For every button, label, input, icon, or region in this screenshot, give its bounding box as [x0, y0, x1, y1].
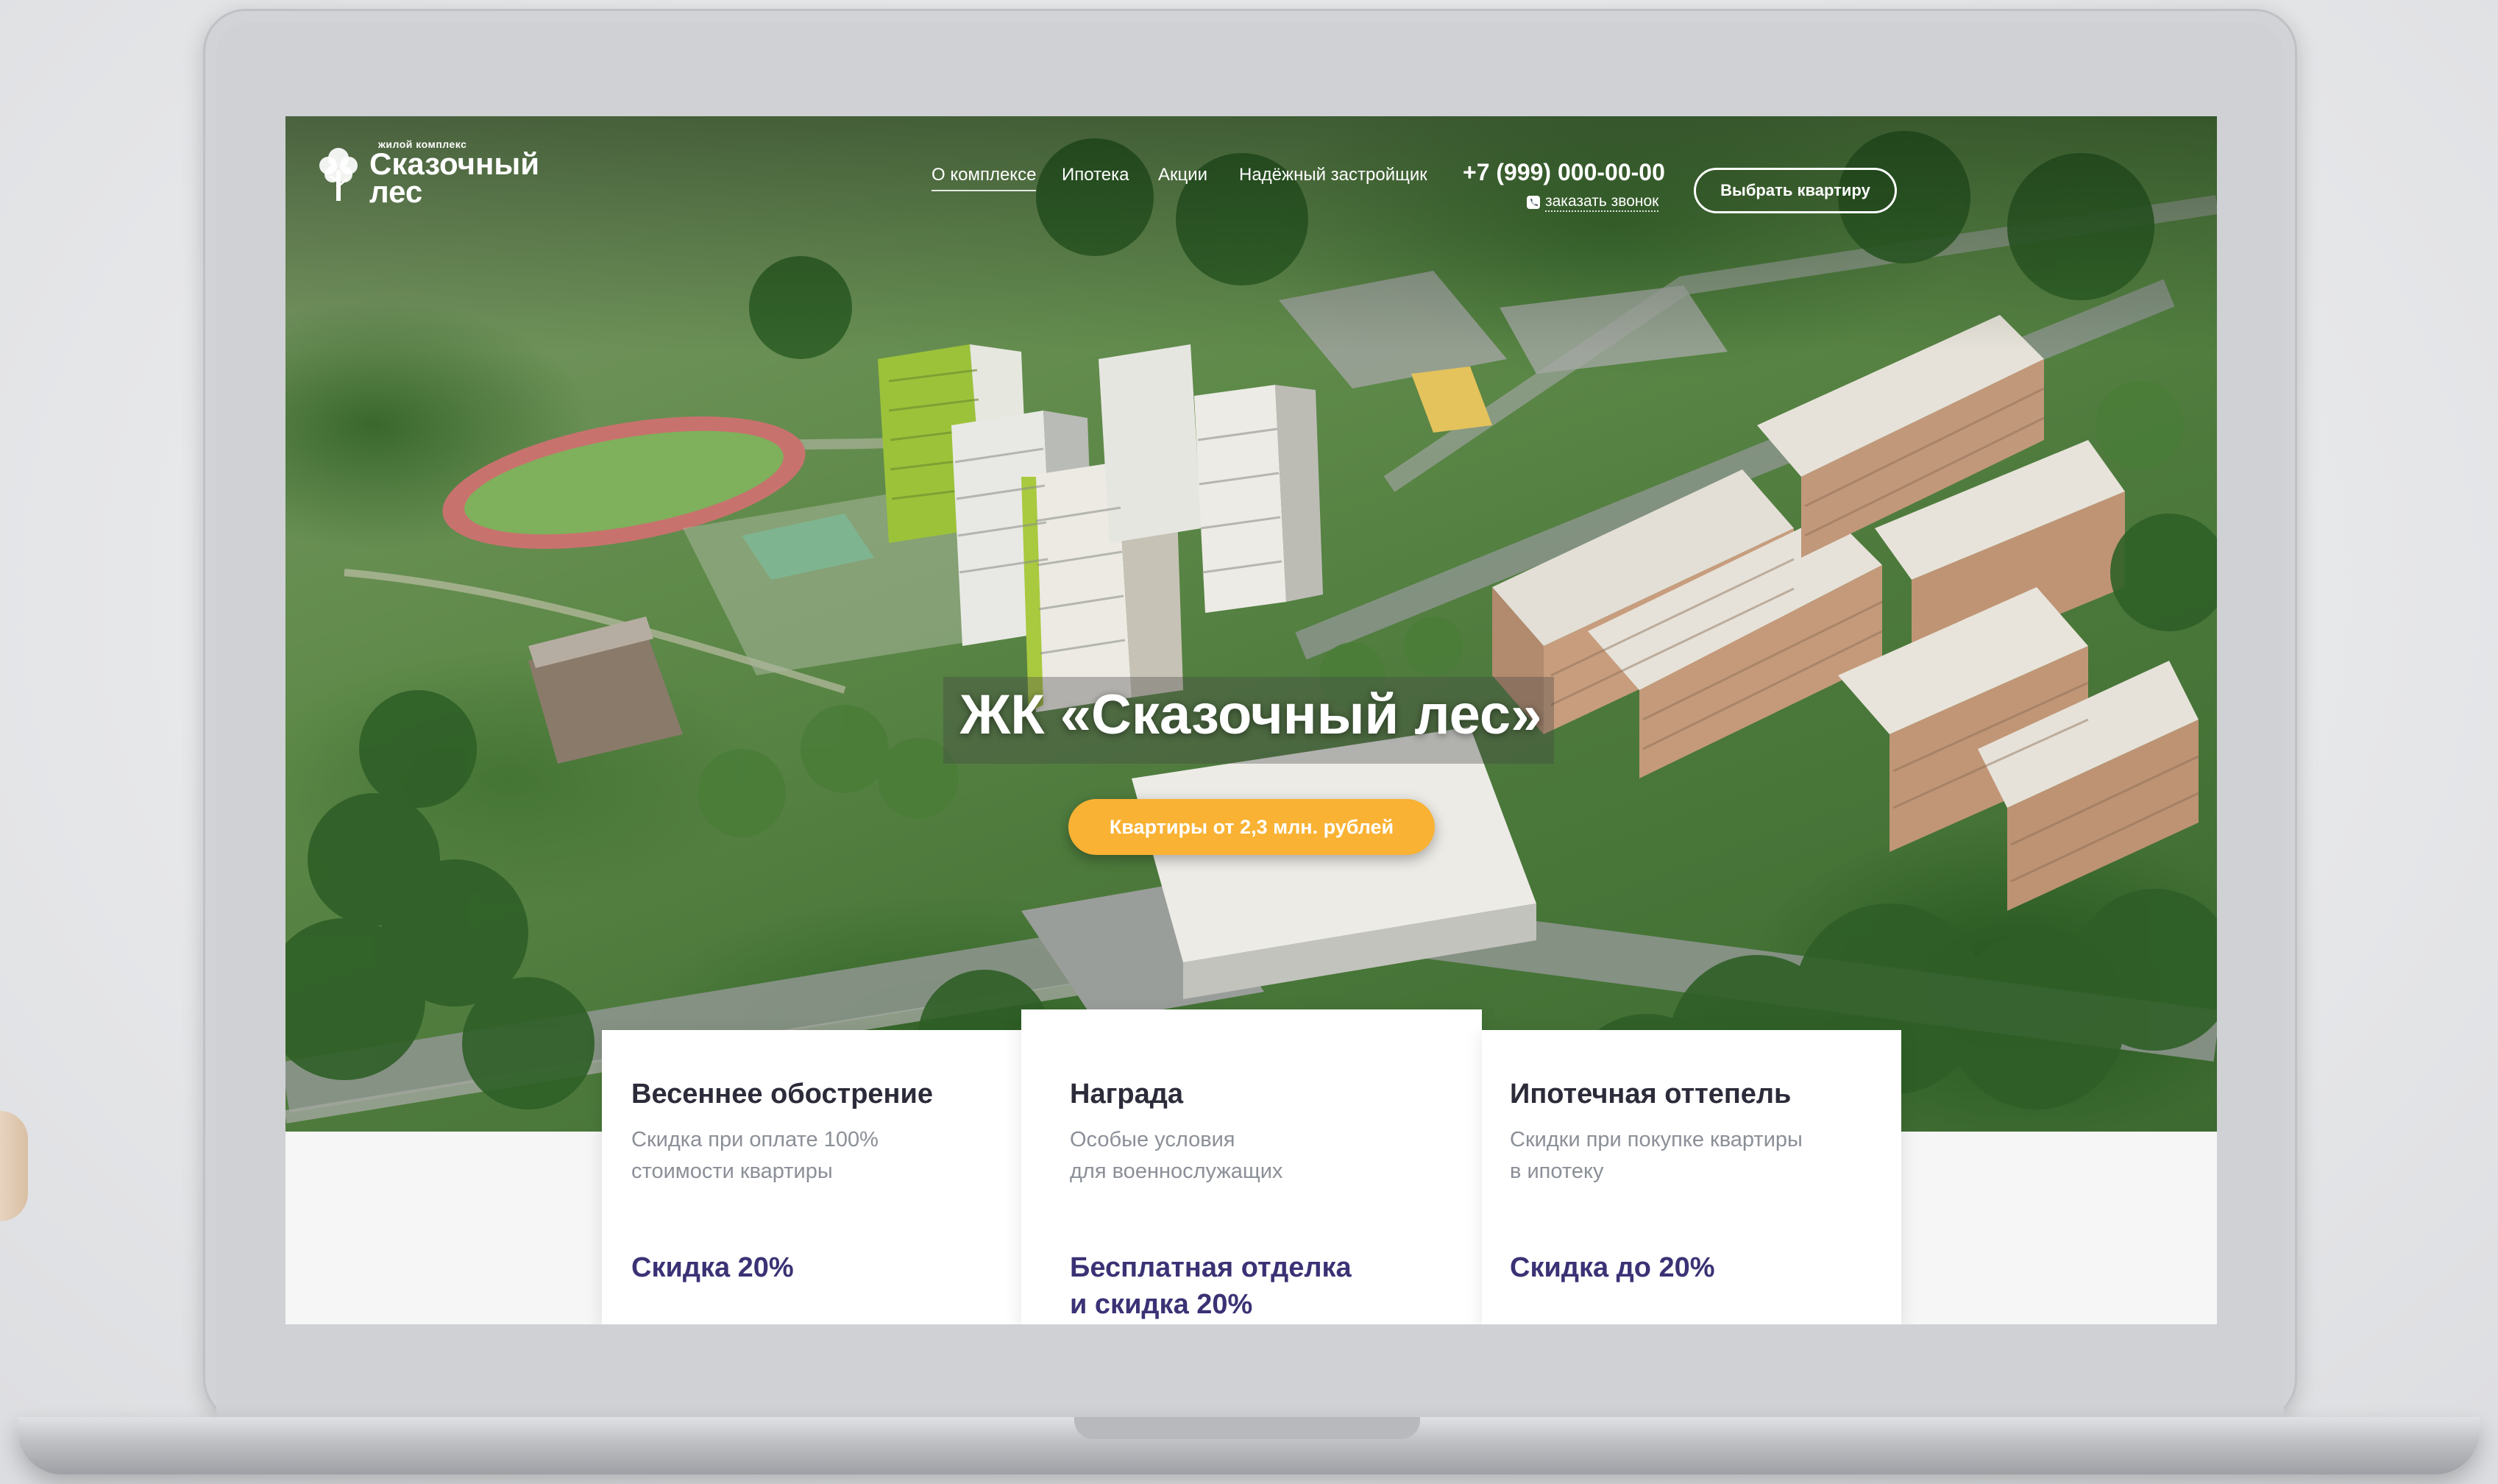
promo-title: Весеннее обострение [631, 1079, 934, 1110]
callback-link[interactable]: заказать звонок [1526, 193, 1659, 212]
hand-decoration [0, 1111, 28, 1221]
logo-tagline: жилой комплекс [378, 138, 467, 150]
promo-description-line2: стоимости квартиры [631, 1160, 833, 1183]
logo-name-line2: лес [369, 174, 423, 209]
hero-top-gradient [285, 116, 2217, 352]
promo-description-line1: Скидка при оплате 100% [631, 1128, 879, 1151]
promo-card-mortgage[interactable]: Ипотечная оттепель Скидки при покупке кв… [1482, 1030, 1901, 1324]
logo-text: жилой комплекс Сказочный лес [369, 138, 539, 209]
promo-title: Награда [1070, 1079, 1184, 1110]
nav-developer[interactable]: Надёжный застройщик [1239, 165, 1427, 185]
nav-about[interactable]: О комплексе [932, 165, 1037, 191]
promo-offer-line2: и скидка 20% [1070, 1289, 1253, 1320]
website-screen: жилой комплекс Сказочный лес О комплексе… [285, 116, 2217, 1324]
nav-mortgage[interactable]: Ипотека [1062, 165, 1129, 185]
tree-icon [319, 148, 358, 201]
hero-title: ЖК «Сказочный лес» [959, 684, 1542, 746]
promo-description: Особые условия для военнослужащих [1070, 1124, 1282, 1187]
promo-card-award[interactable]: Награда Особые условия для военнослужащи… [1021, 1009, 1482, 1324]
callback-label: заказать звонок [1545, 193, 1659, 212]
laptop-notch [1074, 1417, 1420, 1439]
promo-offer: Бесплатная отделка и скидка 20% [1070, 1249, 1352, 1323]
choose-apartment-button[interactable]: Выбрать квартиру [1694, 168, 1897, 213]
phone-number[interactable]: +7 (999) 000-00-00 [1463, 159, 1665, 186]
promo-offer: Скидка 20% [631, 1249, 794, 1286]
logo[interactable]: жилой комплекс Сказочный лес [315, 138, 539, 209]
apartments-price-button[interactable]: Квартиры от 2,3 млн. рублей [1068, 799, 1435, 855]
promo-description-line1: Скидки при покупке квартиры [1510, 1128, 1803, 1151]
promo-description-line2: для военнослужащих [1070, 1160, 1283, 1183]
promo-offer: Скидка до 20% [1510, 1249, 1715, 1286]
hero-aerial-image [285, 116, 2217, 1132]
promo-offer-line1: Бесплатная отделка [1070, 1252, 1352, 1283]
nav-promotions[interactable]: Акции [1158, 165, 1207, 185]
promo-offer-line1: Скидка 20% [631, 1252, 794, 1283]
promo-offer-line1: Скидка до 20% [1510, 1252, 1715, 1283]
promo-description-line1: Особые условия [1070, 1128, 1235, 1151]
promo-description: Скидка при оплате 100% стоимости квартир… [631, 1124, 879, 1187]
promo-description-line2: в ипотеку [1510, 1160, 1604, 1183]
promo-description: Скидки при покупке квартиры в ипотеку [1510, 1124, 1803, 1187]
promo-title: Ипотечная оттепель [1510, 1079, 1792, 1110]
promo-card-spring[interactable]: Весеннее обострение Скидка при оплате 10… [602, 1030, 1021, 1324]
phone-icon [1527, 196, 1540, 209]
